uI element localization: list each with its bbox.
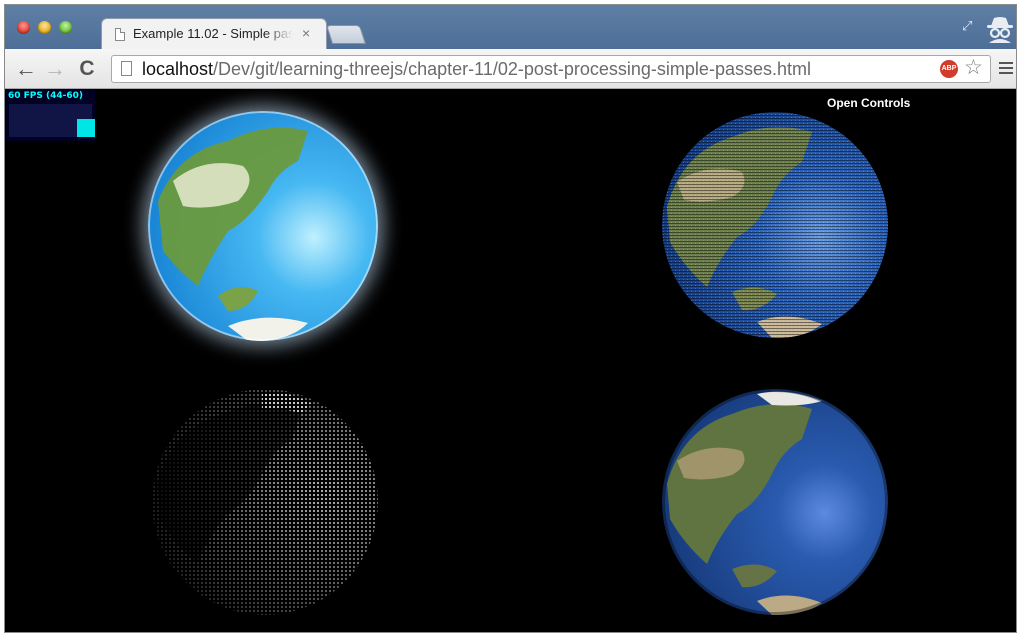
address-bar[interactable]: localhost/Dev/git/learning-threejs/chapt…: [111, 55, 991, 83]
adblock-icon[interactable]: ABP: [940, 60, 958, 78]
close-window-button[interactable]: [17, 21, 30, 34]
bookmark-star-icon[interactable]: ☆: [964, 57, 983, 79]
fps-graph-bar: [77, 119, 95, 137]
tab-active[interactable]: Example 11.02 - Simple passes ×: [101, 18, 327, 49]
browser-window: Example 11.02 - Simple passes × ⤢ ← → C …: [4, 4, 1017, 633]
back-button[interactable]: ←: [15, 58, 37, 80]
webgl-canvas[interactable]: 60 FPS (44-60) Open Controls: [5, 89, 1016, 632]
tab-strip: Example 11.02 - Simple passes × ⤢: [5, 5, 1016, 49]
forward-button[interactable]: →: [44, 58, 66, 80]
menu-icon[interactable]: [999, 62, 1013, 76]
zoom-window-button[interactable]: [59, 21, 72, 34]
page-icon: [115, 28, 125, 41]
page-icon: [121, 61, 132, 76]
url-text[interactable]: localhost/Dev/git/learning-threejs/chapt…: [142, 59, 811, 79]
fps-stats-panel[interactable]: 60 FPS (44-60): [6, 90, 95, 141]
globe-plain: [662, 389, 888, 615]
fps-label: 60 FPS (44-60): [8, 91, 84, 101]
globe-film: [662, 112, 888, 338]
open-controls-button[interactable]: Open Controls: [827, 96, 910, 110]
reload-button[interactable]: C: [76, 58, 98, 80]
fullscreen-icon[interactable]: ⤢: [962, 19, 976, 33]
globe-dot-screen: [152, 389, 378, 615]
url-host: localhost: [142, 59, 214, 79]
globe-bloom: [148, 111, 378, 341]
incognito-icon: [987, 17, 1013, 43]
tab-close-icon[interactable]: ×: [302, 25, 310, 41]
new-tab-button[interactable]: [325, 25, 367, 44]
url-path: /Dev/git/learning-threejs/chapter-11/02-…: [213, 59, 811, 79]
fps-graph: [9, 104, 95, 137]
toolbar: ← → C localhost/Dev/git/learning-threejs…: [5, 49, 1016, 89]
tab-title: Example 11.02 - Simple passes: [133, 26, 293, 41]
minimize-window-button[interactable]: [38, 21, 51, 34]
